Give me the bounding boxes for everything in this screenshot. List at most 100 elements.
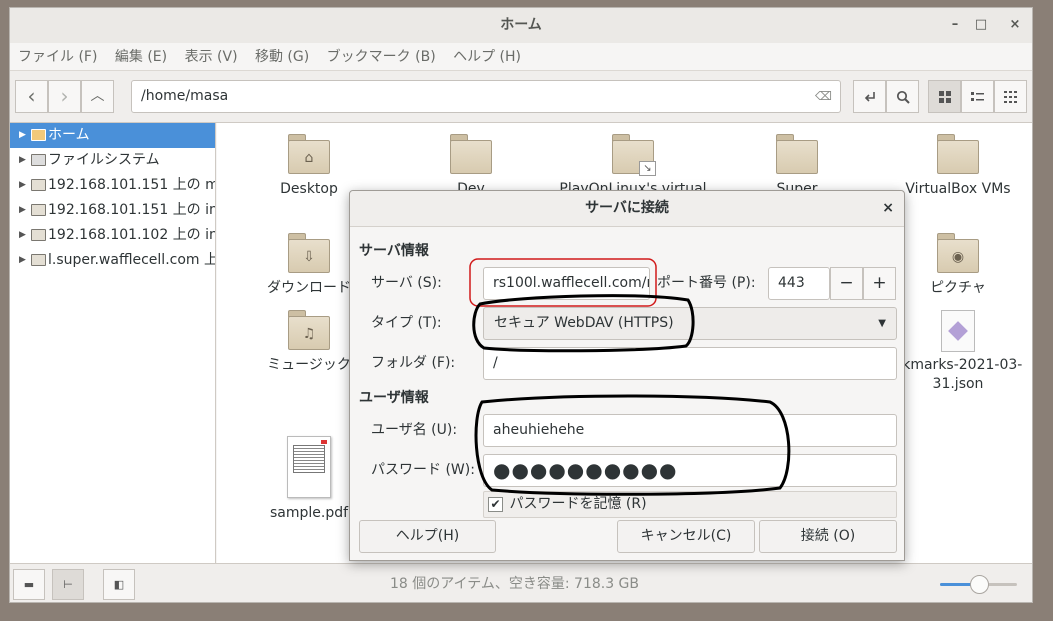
grid-icon xyxy=(938,91,951,103)
file-item-bookmarks-json[interactable]: okmarks-2021-03- 31.json xyxy=(883,310,1032,394)
status-text: 18 個のアイテム、空き容量: 718.3 GB xyxy=(390,576,640,592)
network-folder-icon xyxy=(31,179,46,191)
sidebar-item-filesystem[interactable]: ▶ ファイルシステム xyxy=(10,148,215,173)
close-window-button[interactable]: × xyxy=(1004,8,1026,43)
server-input[interactable]: rs100l.wafflecell.com/n xyxy=(483,267,650,300)
file-item-pictures[interactable]: ◉ ピクチャ xyxy=(883,233,1032,298)
port-input[interactable]: 443 xyxy=(768,267,830,300)
forward-button[interactable]: › xyxy=(48,80,81,113)
zoom-slider-knob[interactable] xyxy=(969,575,989,594)
zoom-slider[interactable] xyxy=(940,575,1017,594)
username-label: ユーザ名 (U): xyxy=(371,422,458,438)
places-sidebar-button[interactable]: ▬ xyxy=(13,569,45,600)
username-input[interactable]: aheuhiehehe xyxy=(483,414,897,447)
sidebar-icon: ◧ xyxy=(113,578,125,591)
tree-icon: ⊢ xyxy=(63,578,73,591)
folder-label: フォルダ (F): xyxy=(371,355,456,371)
menu-file[interactable]: ファイル (F) xyxy=(18,43,97,71)
file-label-line2: 31.json xyxy=(932,376,984,392)
expander-icon[interactable]: ▶ xyxy=(19,173,26,198)
file-label: VirtualBox VMs xyxy=(905,181,1011,197)
link-arrow-icon: ↘ xyxy=(639,161,656,176)
maximize-button[interactable]: □ xyxy=(970,8,992,43)
chevron-down-icon: ▼ xyxy=(878,318,886,329)
menu-edit[interactable]: 編集 (E) xyxy=(115,43,167,71)
folder-input[interactable]: / xyxy=(483,347,897,380)
menu-help[interactable]: ヘルプ (H) xyxy=(453,43,521,71)
menu-view[interactable]: 表示 (V) xyxy=(185,43,238,71)
expander-icon[interactable]: ▶ xyxy=(19,123,26,148)
sidebar-item-label: l.super.wafflecell.com 上の xyxy=(48,252,216,268)
toggle-sidebar-button[interactable]: ◧ xyxy=(103,569,135,600)
folder-download-icon: ⇩ xyxy=(288,233,330,273)
chevron-up-icon: ︿ xyxy=(90,88,105,104)
sidebar-item-network-1[interactable]: ▶ 192.168.101.151 上の m xyxy=(10,173,215,198)
cancel-button[interactable]: キャンセル(C) xyxy=(617,520,755,553)
password-label: パスワード (W): xyxy=(371,462,475,478)
location-input[interactable]: /home/masa ⌫ xyxy=(131,80,841,113)
type-select[interactable]: セキュア WebDAV (HTTPS) ▼ xyxy=(483,307,897,340)
sidebar-item-network-4[interactable]: ▶ l.super.wafflecell.com 上の xyxy=(10,248,215,273)
folder-icon xyxy=(450,134,492,174)
minimize-button[interactable]: – xyxy=(944,8,966,43)
search-button[interactable] xyxy=(886,80,919,113)
expander-icon[interactable]: ▶ xyxy=(19,198,26,223)
expander-icon[interactable]: ▶ xyxy=(19,223,26,248)
folder-icon xyxy=(776,134,818,174)
file-label: ピクチャ xyxy=(930,280,986,296)
folder-icon: ⌂ xyxy=(288,134,330,174)
close-icon[interactable]: × xyxy=(882,191,894,226)
password-input[interactable]: ●●●●●●●●●● xyxy=(483,454,897,487)
help-button[interactable]: ヘルプ(H) xyxy=(359,520,496,553)
folder-camera-icon: ◉ xyxy=(937,233,979,273)
remember-password-label: パスワードを記憶 (R) xyxy=(509,496,647,512)
port-decrement-button[interactable]: − xyxy=(830,267,863,300)
dialog-title-text: サーバに接続 xyxy=(585,200,669,216)
folder-icon xyxy=(937,134,979,174)
home-icon xyxy=(31,129,46,141)
sidebar-item-label: ファイルシステム xyxy=(48,152,160,168)
back-button[interactable]: ‹ xyxy=(15,80,48,113)
file-label: okmarks-2021-03- xyxy=(893,357,1023,373)
sidebar-item-home[interactable]: ▶ ホーム xyxy=(10,123,215,148)
icon-view-button[interactable] xyxy=(928,80,961,113)
dialog-title: サーバに接続 × xyxy=(350,191,904,227)
pdf-thumbnail-icon xyxy=(287,436,331,498)
user-section-heading: ユーザ情報 xyxy=(359,390,429,406)
network-folder-icon xyxy=(31,254,46,266)
location-text: /home/masa xyxy=(141,88,229,104)
window-title: ホーム xyxy=(500,17,542,33)
chevron-left-icon: ‹ xyxy=(27,84,36,108)
file-item-virtualbox[interactable]: VirtualBox VMs xyxy=(883,134,1032,199)
connect-button[interactable]: 接続 (O) xyxy=(759,520,897,553)
remember-password-row[interactable]: ✔ パスワードを記憶 (R) xyxy=(483,491,897,518)
sidebar-item-label: 192.168.101.102 上の in xyxy=(48,227,216,243)
titlebar[interactable]: ホーム – □ × xyxy=(10,8,1032,43)
expander-icon[interactable]: ▶ xyxy=(19,248,26,273)
compact-view-button[interactable] xyxy=(961,80,994,113)
sidebar-item-label: 192.168.101.151 上の in xyxy=(48,202,216,218)
menu-go[interactable]: 移動 (G) xyxy=(255,43,309,71)
folder-link-icon: ↘ xyxy=(612,134,656,176)
type-label: タイプ (T): xyxy=(371,315,442,331)
drive-icon xyxy=(31,154,46,166)
tree-sidebar-button[interactable]: ⊢ xyxy=(52,569,84,600)
expander-icon[interactable]: ▶ xyxy=(19,148,26,173)
location-toggle-button[interactable] xyxy=(853,80,886,113)
sidebar-item-label: ホーム xyxy=(48,127,90,143)
toolbar: ‹ › ︿ /home/masa ⌫ xyxy=(10,71,1032,123)
clear-icon[interactable]: ⌫ xyxy=(815,81,832,112)
up-button[interactable]: ︿ xyxy=(81,80,114,113)
port-increment-button[interactable]: + xyxy=(863,267,896,300)
sidebar-item-network-2[interactable]: ▶ 192.168.101.151 上の in xyxy=(10,198,215,223)
server-label: サーバ (S): xyxy=(371,275,442,291)
sidebar-item-network-3[interactable]: ▶ 192.168.101.102 上の in xyxy=(10,223,215,248)
connect-to-server-dialog: サーバに接続 × サーバ情報 サーバ (S): rs100l.wafflecel… xyxy=(349,190,905,561)
list-view-button[interactable] xyxy=(994,80,1027,113)
network-folder-icon xyxy=(31,204,46,216)
remember-password-checkbox[interactable]: ✔ xyxy=(488,496,503,512)
sidebar-item-label: 192.168.101.151 上の m xyxy=(48,177,216,193)
menubar: ファイル (F) 編集 (E) 表示 (V) 移動 (G) ブックマーク (B)… xyxy=(10,43,1032,71)
menu-bookmarks[interactable]: ブックマーク (B) xyxy=(327,43,436,71)
folder-small-icon: ▬ xyxy=(23,578,35,591)
